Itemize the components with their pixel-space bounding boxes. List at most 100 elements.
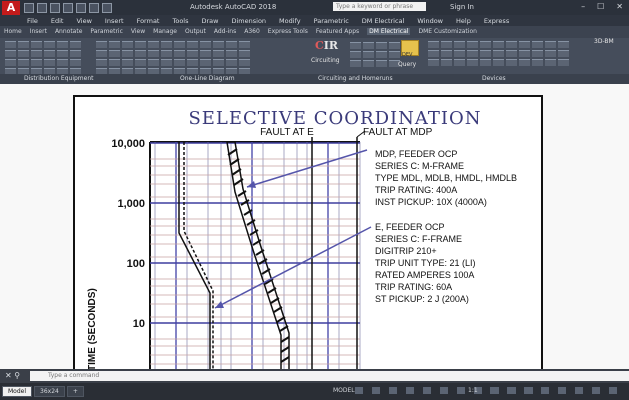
panel-tool-icon[interactable] bbox=[31, 59, 42, 66]
one-line-tool-icon[interactable] bbox=[109, 41, 120, 48]
device-tool-icon[interactable] bbox=[441, 41, 452, 48]
one-line-tool-icon[interactable] bbox=[187, 41, 198, 48]
one-line-tool-icon[interactable] bbox=[148, 59, 159, 66]
panel-tool-icon[interactable] bbox=[57, 41, 68, 48]
one-line-tool-icon[interactable] bbox=[226, 59, 237, 66]
open-icon[interactable] bbox=[37, 3, 47, 13]
annotation-scale[interactable]: 1:1 bbox=[468, 387, 478, 394]
save-icon[interactable] bbox=[50, 3, 60, 13]
device-tool-icon[interactable] bbox=[480, 59, 491, 66]
menu-view[interactable]: View bbox=[76, 17, 91, 25]
panel-tool-icon[interactable] bbox=[31, 50, 42, 57]
device-tool-icon[interactable] bbox=[428, 50, 439, 57]
undo-icon[interactable] bbox=[89, 3, 99, 13]
device-tool-icon[interactable] bbox=[558, 50, 569, 57]
menu-window[interactable]: Window bbox=[417, 17, 443, 25]
tab-output[interactable]: Output bbox=[185, 28, 206, 35]
close-icon[interactable]: ✕ bbox=[616, 2, 623, 11]
one-line-tool-icon[interactable] bbox=[122, 59, 133, 66]
menu-dm-electrical[interactable]: DM Electrical bbox=[362, 17, 405, 25]
device-tool-icon[interactable] bbox=[519, 50, 530, 57]
plot-icon[interactable] bbox=[76, 3, 86, 13]
device-tool-icon[interactable] bbox=[428, 41, 439, 48]
one-line-tool-icon[interactable] bbox=[135, 50, 146, 57]
panel-tool-icon[interactable] bbox=[70, 59, 81, 66]
panel-tool-icon[interactable] bbox=[70, 41, 81, 48]
quick-properties-icon[interactable] bbox=[541, 387, 549, 394]
one-line-tool-icon[interactable] bbox=[135, 41, 146, 48]
panel-tool-icon[interactable] bbox=[18, 41, 29, 48]
device-tool-icon[interactable] bbox=[519, 41, 530, 48]
clean-screen-icon[interactable] bbox=[592, 387, 600, 394]
circuit-tool-icon[interactable] bbox=[350, 51, 361, 58]
osnap-icon[interactable] bbox=[423, 387, 431, 394]
device-tool-icon[interactable] bbox=[545, 50, 556, 57]
menu-tools[interactable]: Tools bbox=[172, 17, 188, 25]
sign-in-link[interactable]: Sign In bbox=[450, 3, 474, 11]
drawing-area[interactable]: SELECTIVE COORDINATION 10,000 1,000 100 … bbox=[0, 84, 629, 372]
device-tool-icon[interactable] bbox=[532, 50, 543, 57]
circuit-tool-icon[interactable] bbox=[376, 60, 387, 67]
one-line-tool-icon[interactable] bbox=[174, 50, 185, 57]
menu-express[interactable]: Express bbox=[484, 17, 509, 25]
circuit-tool-icon[interactable] bbox=[376, 51, 387, 58]
tab-annotate[interactable]: Annotate bbox=[55, 28, 82, 35]
circuit-tool-icon[interactable] bbox=[363, 60, 374, 67]
menu-format[interactable]: Format bbox=[137, 17, 160, 25]
panel-tool-icon[interactable] bbox=[44, 50, 55, 57]
device-tool-icon[interactable] bbox=[467, 59, 478, 66]
menu-dimension[interactable]: Dimension bbox=[231, 17, 266, 25]
one-line-tool-icon[interactable] bbox=[96, 59, 107, 66]
menu-insert[interactable]: Insert bbox=[105, 17, 124, 25]
device-tool-icon[interactable] bbox=[441, 50, 452, 57]
new-icon[interactable] bbox=[24, 3, 34, 13]
tab-featured-apps[interactable]: Featured Apps bbox=[316, 28, 359, 35]
minimize-icon[interactable]: – bbox=[581, 2, 585, 11]
device-tool-icon[interactable] bbox=[493, 50, 504, 57]
polar-icon[interactable] bbox=[406, 387, 414, 394]
one-line-tool-icon[interactable] bbox=[213, 50, 224, 57]
one-line-tool-icon[interactable] bbox=[148, 50, 159, 57]
query-button[interactable]: DEV Query bbox=[398, 40, 420, 70]
grid-icon[interactable] bbox=[355, 387, 363, 394]
one-line-tool-icon[interactable] bbox=[200, 41, 211, 48]
device-tool-icon[interactable] bbox=[545, 41, 556, 48]
save-as-icon[interactable] bbox=[63, 3, 73, 13]
device-tool-icon[interactable] bbox=[467, 41, 478, 48]
device-tool-icon[interactable] bbox=[506, 41, 517, 48]
one-line-tool-icon[interactable] bbox=[213, 41, 224, 48]
menu-modify[interactable]: Modify bbox=[279, 17, 301, 25]
tab-dm-electrical[interactable]: DM Electrical bbox=[367, 28, 411, 35]
3d-bm-button[interactable]: 3D-BM bbox=[594, 38, 614, 45]
tab-insert[interactable]: Insert bbox=[30, 28, 47, 35]
redo-icon[interactable] bbox=[102, 3, 112, 13]
group-one-line-diagram[interactable]: One-Line Diagram bbox=[180, 75, 235, 82]
one-line-tool-icon[interactable] bbox=[161, 41, 172, 48]
device-tool-icon[interactable] bbox=[493, 59, 504, 66]
device-tool-icon[interactable] bbox=[532, 59, 543, 66]
tab-parametric[interactable]: Parametric bbox=[90, 28, 123, 35]
one-line-tool-icon[interactable] bbox=[122, 50, 133, 57]
one-line-tool-icon[interactable] bbox=[135, 59, 146, 66]
search-input[interactable]: Type a keyword or phrase bbox=[333, 2, 426, 11]
one-line-tool-icon[interactable] bbox=[200, 59, 211, 66]
one-line-tool-icon[interactable] bbox=[161, 59, 172, 66]
close-command-icon[interactable]: ✕ ⚲ bbox=[5, 371, 20, 380]
hardware-acceleration-icon[interactable] bbox=[575, 387, 583, 394]
tab-manage[interactable]: Manage bbox=[153, 28, 177, 35]
panel-tool-icon[interactable] bbox=[18, 59, 29, 66]
command-input[interactable]: Type a command bbox=[30, 371, 629, 381]
device-tool-icon[interactable] bbox=[558, 59, 569, 66]
add-layout-icon[interactable]: + bbox=[66, 386, 84, 397]
workspace-icon[interactable] bbox=[490, 387, 498, 394]
menu-file[interactable]: File bbox=[27, 17, 38, 25]
one-line-tool-icon[interactable] bbox=[226, 41, 237, 48]
one-line-tool-icon[interactable] bbox=[109, 59, 120, 66]
device-tool-icon[interactable] bbox=[441, 59, 452, 66]
circuit-tool-icon[interactable] bbox=[350, 42, 361, 49]
device-tool-icon[interactable] bbox=[454, 50, 465, 57]
device-tool-icon[interactable] bbox=[428, 59, 439, 66]
panel-tool-icon[interactable] bbox=[57, 50, 68, 57]
one-line-tool-icon[interactable] bbox=[161, 50, 172, 57]
units-icon[interactable] bbox=[524, 387, 532, 394]
